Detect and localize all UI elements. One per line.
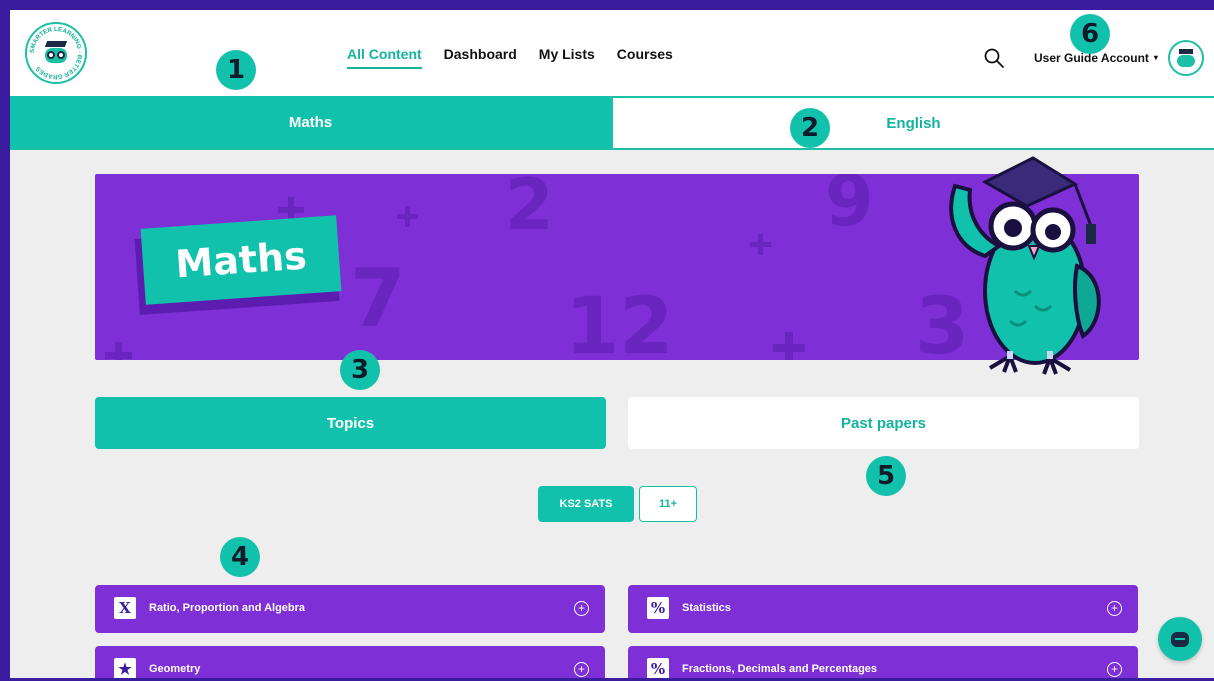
topic-card[interactable]: ★ Geometry + xyxy=(95,646,605,678)
site-logo[interactable]: SMARTER LEARNING · BETTER GRADES xyxy=(25,22,87,84)
tab-english[interactable]: English xyxy=(611,96,1214,148)
percent-icon: % xyxy=(647,597,669,619)
topic-card[interactable]: % Statistics + xyxy=(628,585,1138,633)
owl-mascot-icon xyxy=(949,156,1101,375)
step-marker-2: 2 xyxy=(790,108,830,148)
x-variable-icon: X xyxy=(114,597,136,619)
step-marker-3: 3 xyxy=(340,350,380,390)
step-marker-1: 1 xyxy=(216,50,256,90)
tab-past-papers[interactable]: Past papers xyxy=(628,397,1139,449)
chat-bubble-icon xyxy=(1171,631,1189,647)
filter-11-plus[interactable]: 11+ xyxy=(639,486,697,522)
topic-label: Geometry xyxy=(149,663,201,675)
account-menu[interactable]: User Guide Account ▾ xyxy=(1034,51,1158,65)
top-navigation: SMARTER LEARNING · BETTER GRADES All Con… xyxy=(10,10,1214,96)
nav-all-content[interactable]: All Content xyxy=(347,46,422,69)
expand-plus-icon[interactable]: + xyxy=(574,662,589,677)
filter-ks2-sats[interactable]: KS2 SATS xyxy=(538,486,634,522)
nav-my-lists[interactable]: My Lists xyxy=(539,46,595,69)
search-icon[interactable] xyxy=(984,48,1004,68)
topic-card[interactable]: % Fractions, Decimals and Percentages + xyxy=(628,646,1138,678)
step-marker-6: 6 xyxy=(1070,14,1110,54)
percent-icon: % xyxy=(647,658,669,678)
step-marker-5: 5 xyxy=(866,456,906,496)
nav-courses[interactable]: Courses xyxy=(617,46,673,69)
avatar[interactable] xyxy=(1168,40,1204,76)
subject-tabs: Maths English xyxy=(10,96,1214,150)
main-nav: All Content Dashboard My Lists Courses xyxy=(347,46,673,69)
topic-label: Statistics xyxy=(682,602,731,614)
tab-maths[interactable]: Maths xyxy=(10,96,611,148)
tab-topics[interactable]: Topics xyxy=(95,397,606,449)
expand-plus-icon[interactable]: + xyxy=(574,601,589,616)
star-icon: ★ xyxy=(114,658,136,678)
chevron-down-icon: ▾ xyxy=(1153,53,1158,62)
expand-plus-icon[interactable]: + xyxy=(1107,662,1122,677)
banner-title: Maths xyxy=(140,215,342,305)
expand-plus-icon[interactable]: + xyxy=(1107,601,1122,616)
topic-label: Ratio, Proportion and Algebra xyxy=(149,602,306,614)
step-marker-4: 4 xyxy=(220,537,260,577)
subject-banner: 2 9 7 12 3 Maths xyxy=(95,156,1139,375)
topic-label: Fractions, Decimals and Percentages xyxy=(682,663,878,675)
app-frame: SMARTER LEARNING · BETTER GRADES All Con… xyxy=(10,10,1214,678)
nav-dashboard[interactable]: Dashboard xyxy=(444,46,517,69)
chat-button[interactable] xyxy=(1158,617,1202,661)
topic-card[interactable]: X Ratio, Proportion and Algebra + xyxy=(95,585,605,633)
